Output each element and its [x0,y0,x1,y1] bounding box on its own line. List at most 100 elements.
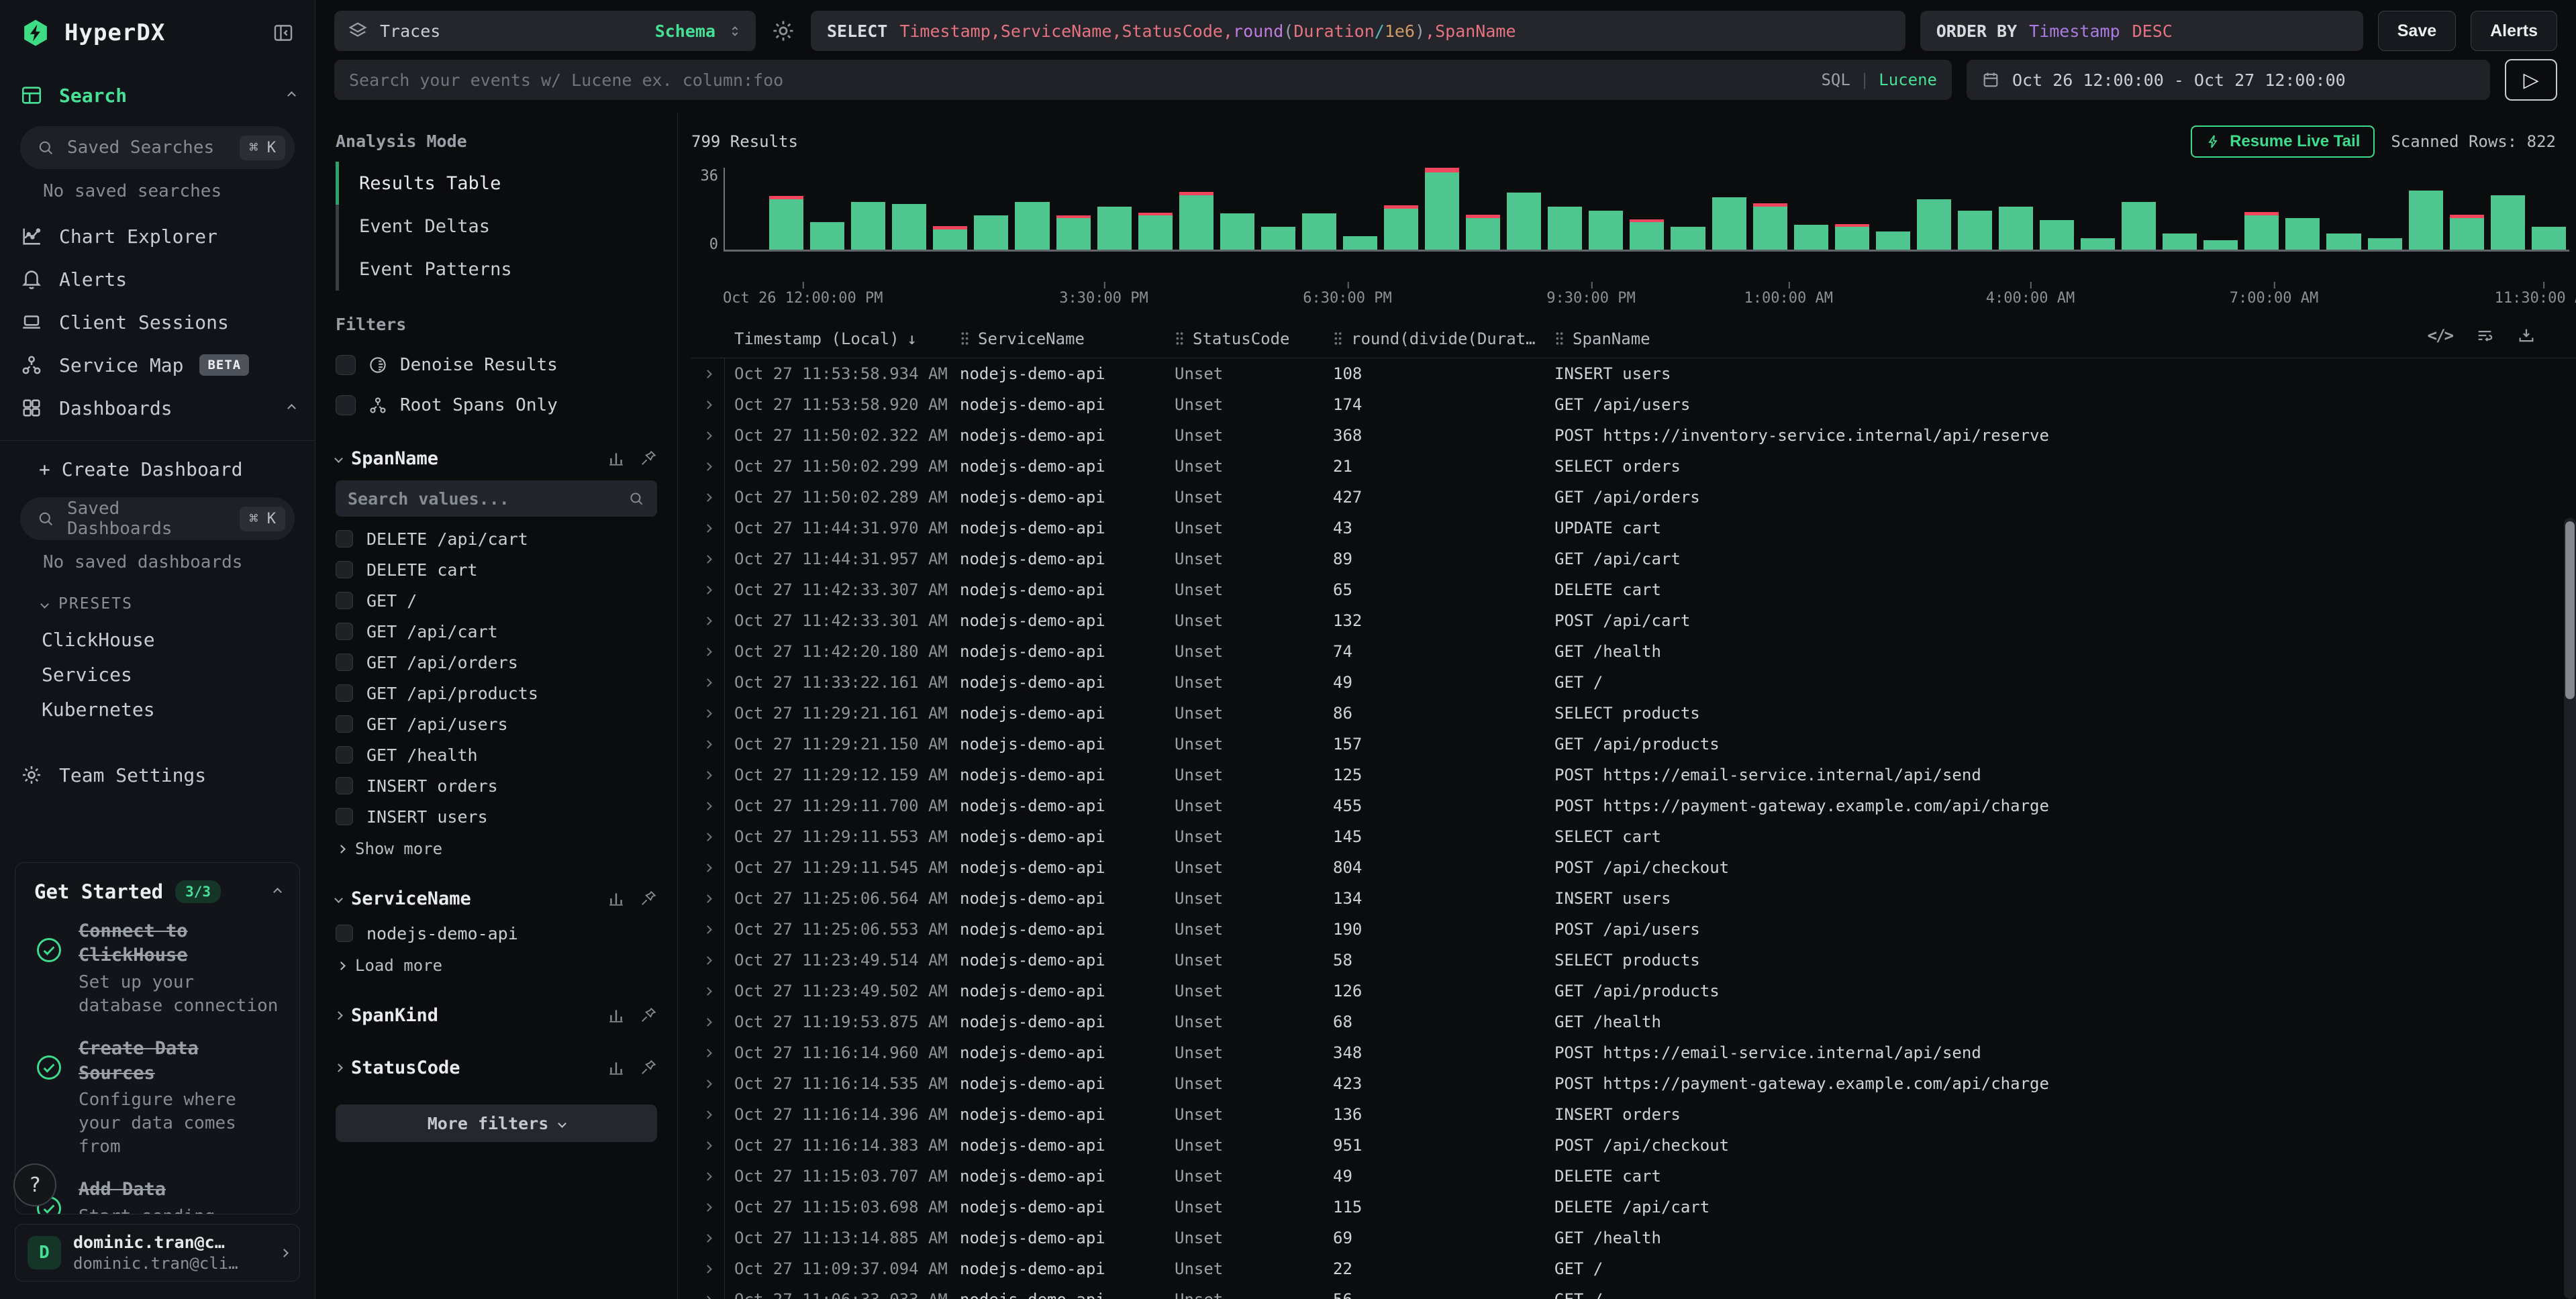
expand-row-icon[interactable] [691,513,725,543]
spanname-show-more[interactable]: Show more [336,832,657,866]
checkbox[interactable] [336,746,353,764]
table-row[interactable]: Oct 27 11:53:58.920 AM nodejs-demo-api U… [691,389,2576,420]
checkbox[interactable] [336,654,353,671]
histogram-bar[interactable] [1794,168,1828,250]
table-row[interactable]: Oct 27 11:13:14.885 AM nodejs-demo-api U… [691,1223,2576,1253]
column-header-servicename[interactable]: ServiceName [960,329,1175,348]
table-row[interactable]: Oct 27 11:44:31.957 AM nodejs-demo-api U… [691,543,2576,574]
filter-value-row[interactable]: DELETE cart [336,554,657,585]
order-by-input[interactable]: ORDER BY Timestamp DESC [1920,11,2363,51]
table-row[interactable]: Oct 27 11:44:31.970 AM nodejs-demo-api U… [691,513,2576,543]
save-button[interactable]: Save [2378,11,2456,51]
language-toggle-sql[interactable]: SQL [1821,70,1850,89]
mode-event-deltas[interactable]: Event Deltas [336,205,657,248]
histogram-bar[interactable] [1015,168,1049,250]
expand-row-icon[interactable] [691,1099,725,1130]
language-toggle-lucene[interactable]: Lucene [1879,70,1937,89]
histogram-bar[interactable] [1220,168,1254,250]
table-row[interactable]: Oct 27 11:19:53.875 AM nodejs-demo-api U… [691,1006,2576,1037]
histogram-bar[interactable] [1384,168,1418,250]
histogram-bar[interactable] [1712,168,1746,250]
table-row[interactable]: Oct 27 11:33:22.161 AM nodejs-demo-api U… [691,667,2576,698]
expand-row-icon[interactable] [691,420,725,451]
chart-mini-icon[interactable] [607,1006,625,1024]
table-row[interactable]: Oct 27 11:29:21.161 AM nodejs-demo-api U… [691,698,2576,729]
histogram-bar[interactable] [1179,168,1213,250]
table-row[interactable]: Oct 27 11:29:21.150 AM nodejs-demo-api U… [691,729,2576,760]
column-header-timestamp[interactable]: Timestamp (Local) ↓ [725,329,960,348]
sidebar-collapse-icon[interactable] [272,21,295,44]
saved-searches-input[interactable]: Saved Searches ⌘ K [20,126,295,169]
get-started-step[interactable]: Add Data Start sending [34,1178,281,1214]
histogram-bar[interactable] [2368,168,2402,250]
histogram-bar[interactable] [2203,168,2238,250]
histogram-bar[interactable] [1343,168,1377,250]
checkbox[interactable] [336,355,356,375]
histogram-bar[interactable] [974,168,1008,250]
more-filters-button[interactable]: More filters [336,1104,657,1142]
filter-group-servicename[interactable]: ServiceName [336,879,657,918]
table-row[interactable]: Oct 27 11:29:12.159 AM nodejs-demo-api U… [691,760,2576,790]
servicename-load-more[interactable]: Load more [336,949,657,982]
chevron-up-icon[interactable] [273,888,282,896]
histogram-bar[interactable] [2040,168,2074,250]
table-row[interactable]: Oct 27 11:06:33.033 AM nodejs-demo-api U… [691,1284,2576,1299]
expand-row-icon[interactable] [691,636,725,667]
table-row[interactable]: Oct 27 11:15:03.707 AM nodejs-demo-api U… [691,1161,2576,1192]
sidebar-item-search[interactable]: Search [0,74,315,117]
table-row[interactable]: Oct 27 11:15:03.698 AM nodejs-demo-api U… [691,1192,2576,1223]
table-row[interactable]: Oct 27 11:16:14.960 AM nodejs-demo-api U… [691,1037,2576,1068]
table-row[interactable]: Oct 27 11:23:49.514 AM nodejs-demo-api U… [691,945,2576,976]
histogram-bar[interactable] [2285,168,2320,250]
source-select[interactable]: Traces Schema [334,11,756,51]
histogram-bar[interactable] [1753,168,1787,250]
histogram-bar[interactable] [1138,168,1173,250]
filter-value-row[interactable]: DELETE /api/cart [336,523,657,554]
histogram-bar[interactable] [2409,168,2443,250]
histogram-bar[interactable] [1835,168,1869,250]
checkbox[interactable] [336,777,353,794]
histogram-bar[interactable] [1302,168,1336,250]
checkbox[interactable] [336,684,353,702]
checkbox[interactable] [336,808,353,825]
expand-row-icon[interactable] [691,605,725,636]
event-search-input[interactable]: Search your events w/ Lucene ex. column:… [334,60,1952,100]
table-row[interactable]: Oct 27 11:16:14.396 AM nodejs-demo-api U… [691,1099,2576,1130]
histogram-bar[interactable] [2450,168,2484,250]
histogram-bar[interactable] [1425,168,1459,250]
root-spans-only-checkbox[interactable]: Root Spans Only [336,385,657,425]
chart-mini-icon[interactable] [607,890,625,907]
sort-desc-icon[interactable]: ↓ [907,329,917,348]
histogram-bar[interactable] [2532,168,2566,250]
checkbox[interactable] [336,592,353,609]
pin-icon[interactable] [640,1006,657,1024]
mode-results-table[interactable]: Results Table [336,162,657,205]
vertical-scrollbar[interactable] [2564,518,2576,1299]
column-header-statuscode[interactable]: StatusCode [1175,329,1333,348]
get-started-step[interactable]: Connect to ClickHouse Set up your databa… [34,919,281,1018]
expand-row-icon[interactable] [691,358,725,389]
filter-value-row[interactable]: GET /api/cart [336,616,657,647]
histogram-bar[interactable] [892,168,926,250]
expand-row-icon[interactable] [691,1130,725,1161]
expand-row-icon[interactable] [691,451,725,482]
expand-row-icon[interactable] [691,698,725,729]
checkbox[interactable] [336,715,353,733]
histogram-bar[interactable] [2163,168,2197,250]
pin-icon[interactable] [640,890,657,907]
histogram-bar[interactable] [2326,168,2361,250]
histogram-bar[interactable] [1999,168,2033,250]
pin-icon[interactable] [640,450,657,467]
histogram-bar[interactable] [1056,168,1091,250]
table-row[interactable]: Oct 27 11:23:49.502 AM nodejs-demo-api U… [691,976,2576,1006]
expand-row-icon[interactable] [691,1192,725,1223]
expand-row-icon[interactable] [691,945,725,976]
sidebar-item-service-map[interactable]: Service Map BETA [0,344,315,386]
drag-handle-icon[interactable] [1333,331,1343,346]
expand-row-icon[interactable] [691,574,725,605]
filter-value-row[interactable]: INSERT orders [336,770,657,801]
sidebar-item-team-settings[interactable]: Team Settings [0,754,315,796]
checkbox[interactable] [336,623,353,640]
histogram-bar[interactable] [2491,168,2525,250]
filter-group-statuscode[interactable]: StatusCode [336,1048,657,1087]
